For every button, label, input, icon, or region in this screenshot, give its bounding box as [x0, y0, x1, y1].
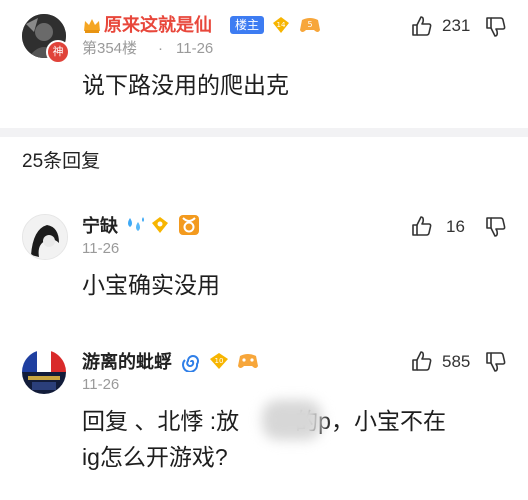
avatar-image — [22, 350, 66, 394]
replies-count-header: 25条回复 — [22, 151, 101, 172]
avatar[interactable] — [22, 214, 68, 260]
water-drops-icon — [124, 215, 146, 235]
avatar-image — [23, 215, 67, 259]
like-count: 231 — [442, 16, 471, 35]
avatar-tag: 神 — [46, 40, 70, 64]
comment-content: 说下路没用的爬出克 — [82, 72, 289, 98]
game-controller-icon: 5 — [298, 14, 322, 36]
like-count: 585 — [442, 352, 471, 371]
svg-text:14: 14 — [277, 21, 286, 29]
taurus-sign-icon — [178, 214, 200, 236]
thumbs-up-icon[interactable] — [410, 14, 434, 38]
floor-number: 第354楼 — [82, 40, 138, 57]
comment-content: 小宝确实没用 — [82, 272, 220, 298]
thumbs-down-icon[interactable] — [484, 350, 508, 374]
comment-content-line-2: ig怎么开游戏? — [82, 444, 228, 470]
avatar[interactable] — [22, 350, 66, 394]
thumbs-down-icon[interactable] — [484, 215, 508, 239]
diamond-level-icon: 14 — [271, 15, 291, 35]
section-divider — [0, 128, 528, 137]
svg-text:5: 5 — [307, 20, 312, 29]
thumbs-up-icon[interactable] — [410, 349, 434, 373]
diamond-level-icon: 10 — [208, 351, 230, 371]
comment-date: 11-26 — [176, 40, 214, 57]
username[interactable]: 宁缺 — [82, 215, 118, 237]
thumbs-down-icon[interactable] — [484, 15, 508, 39]
avatar-tag-label: 神 — [52, 46, 64, 58]
game-controller-icon — [236, 350, 260, 372]
owner-badge: 楼主 — [230, 16, 265, 34]
comment-text-part-1: 回复 、北悸 :放 — [82, 408, 240, 434]
comment-date: 11-26 — [82, 240, 120, 257]
spiral-icon — [182, 352, 202, 372]
svg-text:10: 10 — [215, 357, 224, 365]
thumbs-up-icon[interactable] — [410, 214, 434, 238]
redaction-blur — [262, 400, 322, 440]
crown-icon — [82, 16, 102, 34]
diamond-level-icon — [150, 215, 170, 235]
comment-date: 11-26 — [82, 376, 120, 393]
username[interactable]: 原来这就是仙 — [104, 14, 212, 36]
separator-dot: · — [158, 40, 163, 57]
username[interactable]: 游离的蚍蜉 — [82, 351, 172, 373]
like-count: 16 — [446, 217, 465, 236]
